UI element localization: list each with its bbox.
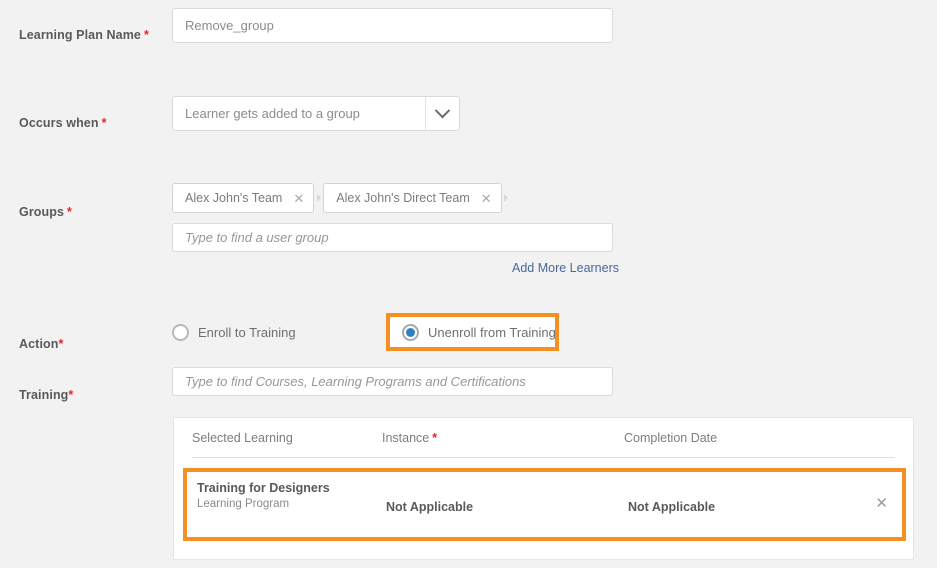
groups-label-text: Groups [19, 205, 65, 219]
chevron-down-icon[interactable] [425, 97, 459, 130]
radio-circle-unselected-icon [172, 324, 189, 341]
radio-unenroll-label: Unenroll from Training [428, 325, 556, 340]
radio-enroll-label: Enroll to Training [198, 325, 296, 340]
training-search-input[interactable]: Type to find Courses, Learning Programs … [172, 367, 613, 396]
groups-label: Groups * [19, 205, 72, 219]
occurs-when-select[interactable]: Learner gets added to a group [172, 96, 460, 131]
training-label: Training* [19, 388, 73, 402]
learning-plan-form-page: Learning Plan Name * Remove_group Occurs … [0, 0, 937, 568]
column-header-label: Completion Date [624, 431, 718, 445]
radio-enroll-to-training[interactable]: Enroll to Training [172, 324, 296, 341]
group-chip-label: Alex John's Direct Team [336, 191, 470, 205]
required-asterisk: * [67, 205, 73, 219]
column-header-selected-learning: Selected Learning [192, 431, 293, 445]
close-icon[interactable]: ✕ [875, 496, 888, 511]
chip-separator-caret-icon [315, 183, 322, 213]
required-asterisk: * [101, 116, 107, 130]
learning-plan-name-label: Learning Plan Name * [19, 28, 149, 42]
column-header-completion-date: Completion Date [624, 431, 717, 445]
group-chips-container: Alex John's Team ✕ Alex John's Direct Te… [172, 183, 511, 213]
selected-training-table: Selected Learning Instance * Completion D… [173, 417, 914, 560]
row-training-type: Learning Program [197, 498, 290, 510]
required-asterisk: * [68, 388, 74, 402]
column-header-label: Selected Learning [192, 431, 293, 445]
occurs-when-label: Occurs when * [19, 116, 107, 130]
required-asterisk: * [432, 431, 438, 445]
occurs-when-selected-value: Learner gets added to a group [185, 106, 360, 121]
chip-separator-caret-icon [503, 183, 510, 213]
training-search-placeholder: Type to find Courses, Learning Programs … [185, 374, 526, 389]
group-search-input[interactable]: Type to find a user group [172, 223, 613, 252]
group-search-placeholder: Type to find a user group [185, 230, 329, 245]
learning-plan-name-label-text: Learning Plan Name [19, 28, 141, 42]
row-training-title: Training for Designers [197, 481, 330, 495]
group-chip[interactable]: Alex John's Direct Team ✕ [323, 183, 502, 213]
column-header-label: Instance [382, 431, 430, 445]
training-label-text: Training [19, 388, 69, 402]
column-header-instance: Instance * [382, 431, 437, 445]
group-chip-label: Alex John's Team [185, 191, 283, 205]
radio-circle-selected-icon [402, 324, 419, 341]
occurs-when-label-text: Occurs when [19, 116, 99, 130]
radio-unenroll-from-training[interactable]: Unenroll from Training [402, 324, 556, 341]
table-row[interactable]: Training for Designers Learning Program … [183, 468, 906, 541]
required-asterisk: * [58, 337, 64, 351]
required-asterisk: * [143, 28, 149, 42]
row-completion-date-value: Not Applicable [628, 500, 716, 514]
action-label: Action* [19, 337, 63, 351]
group-chip[interactable]: Alex John's Team ✕ [172, 183, 315, 213]
table-header-row: Selected Learning Instance * Completion D… [192, 418, 895, 458]
learning-plan-name-value: Remove_group [185, 18, 274, 33]
close-icon[interactable]: ✕ [293, 192, 304, 205]
action-label-text: Action [19, 337, 59, 351]
close-icon[interactable]: ✕ [481, 192, 492, 205]
add-more-learners-link[interactable]: Add More Learners [512, 261, 619, 275]
row-instance-value: Not Applicable [386, 500, 474, 514]
learning-plan-name-input[interactable]: Remove_group [172, 8, 613, 43]
